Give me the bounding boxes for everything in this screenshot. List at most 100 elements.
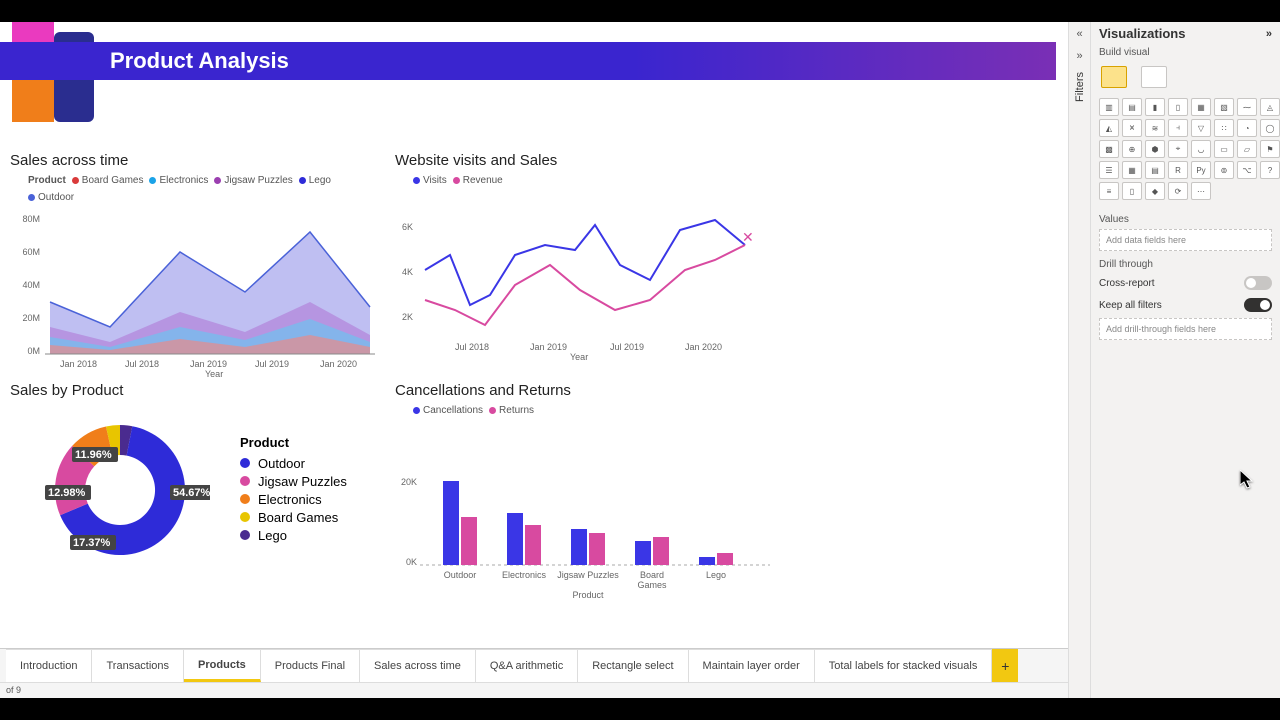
keep-filters-label: Keep all filters [1099,300,1162,311]
values-label: Values [1091,208,1280,227]
values-field-well[interactable]: Add data fields here [1099,229,1272,251]
tab-introduction[interactable]: Introduction [6,649,92,682]
svg-text:Outdoor: Outdoor [444,570,477,580]
report-canvas[interactable]: Product Analysis Sales across time Produ… [0,22,1068,648]
svg-text:54.67%: 54.67% [173,487,210,499]
svg-text:Jul 2019: Jul 2019 [255,359,289,369]
svg-text:Jul 2018: Jul 2018 [125,359,159,369]
viz-clustered-bar-icon[interactable]: ▤ [1122,98,1142,116]
viz-azure-map-icon[interactable]: ⌖ [1168,140,1188,158]
svg-text:0K: 0K [406,557,417,567]
viz-stacked-area-icon[interactable]: ◭ [1099,119,1119,137]
viz-stacked-col-icon[interactable]: ▮ [1145,98,1165,116]
collapse-viz-icon[interactable]: » [1266,28,1272,40]
chart-sales-by-product[interactable]: Sales by Product [10,382,380,575]
cross-report-label: Cross-report [1099,278,1155,289]
build-visual-tab-icon[interactable] [1101,66,1127,88]
cross-report-toggle[interactable] [1244,276,1272,290]
viz-ribbon-icon[interactable]: ≋ [1145,119,1165,137]
viz-powerapps-icon[interactable]: ◆ [1145,182,1165,200]
drill-through-label: Drill through [1091,253,1280,272]
viz-matrix-icon[interactable]: ▤ [1145,161,1165,179]
visualizations-pane: Visualizations » Build visual ▥ ▤ ▮ ▯ ▦ … [1090,22,1280,698]
area-chart-svg: 80M 60M 40M 20M 0M Jan 2018 J [10,207,380,377]
viz-decomp-icon[interactable]: ⌥ [1237,161,1257,179]
viz-stacked-bar-icon[interactable]: ▥ [1099,98,1119,116]
tab-sales-across-time[interactable]: Sales across time [360,649,476,682]
viz-funnel-icon[interactable]: ▽ [1191,119,1211,137]
svg-text:Year: Year [205,369,223,377]
svg-text:Product: Product [572,590,604,600]
viz-card-icon[interactable]: ▭ [1214,140,1234,158]
chart-legend: Cancellations Returns [413,405,775,416]
tab-total-labels[interactable]: Total labels for stacked visuals [815,649,993,682]
viz-slicer-icon[interactable]: ☰ [1099,161,1119,179]
viz-subtitle: Build visual [1091,45,1280,60]
drill-through-well[interactable]: Add drill-through fields here [1099,318,1272,340]
viz-r-icon[interactable]: R [1168,161,1188,179]
svg-text:0M: 0M [27,346,40,356]
chart-legend: Product Board Games Electronics Jigsaw P… [28,175,380,203]
viz-pane-title: Visualizations [1099,26,1185,41]
viz-filled-map-icon[interactable]: ⬢ [1145,140,1165,158]
viz-scatter-icon[interactable]: ∷ [1214,119,1234,137]
viz-more-icon[interactable]: ⋯ [1191,182,1211,200]
viz-pie-icon[interactable]: ◔ [1237,119,1257,137]
chart-sales-across-time[interactable]: Sales across time Product Board Games El… [10,152,380,382]
viz-100stacked-bar-icon[interactable]: ▦ [1191,98,1211,116]
svg-text:17.37%: 17.37% [73,537,111,549]
add-page-button[interactable]: + [992,649,1018,682]
svg-text:60M: 60M [22,247,40,257]
viz-multi-card-icon[interactable]: ▱ [1237,140,1257,158]
viz-kpi-icon[interactable]: ⚑ [1260,140,1280,158]
svg-text:Jul 2018: Jul 2018 [455,342,489,352]
bar-chart-svg: 20K 0K Outdoor Electronics [395,420,775,600]
viz-paginated-icon[interactable]: ▯ [1122,182,1142,200]
svg-text:40M: 40M [22,280,40,290]
viz-narrative-icon[interactable]: ≡ [1099,182,1119,200]
svg-text:20K: 20K [401,477,417,487]
viz-table-icon[interactable]: ▦ [1122,161,1142,179]
viz-map-icon[interactable]: ⊕ [1122,140,1142,158]
svg-text:Lego: Lego [706,570,726,580]
viz-clustered-col-icon[interactable]: ▯ [1168,98,1188,116]
chart-title: Sales by Product [10,382,380,399]
viz-treemap-icon[interactable]: ▩ [1099,140,1119,158]
viz-gallery: ▥ ▤ ▮ ▯ ▦ ▧ ⁓ ◬ ◭ ⩙ ≋ ⫞ ▽ ∷ ◔ ◯ ▩ ⊕ ⬢ ⌖ … [1091,96,1280,208]
tab-products-final[interactable]: Products Final [261,649,360,682]
chart-title: Website visits and Sales [395,152,765,169]
svg-text:BoardGames: BoardGames [637,570,667,590]
viz-py-icon[interactable]: Py [1191,161,1211,179]
tab-products[interactable]: Products [184,649,261,682]
viz-automate-icon[interactable]: ⟳ [1168,182,1188,200]
svg-text:Jigsaw Puzzles: Jigsaw Puzzles [557,570,619,580]
viz-waterfall-icon[interactable]: ⫞ [1168,119,1188,137]
filters-label: Filters [1074,72,1086,102]
mouse-cursor-icon [1240,470,1256,490]
svg-text:4K: 4K [402,267,413,277]
svg-text:6K: 6K [402,222,413,232]
tab-rectangle-select[interactable]: Rectangle select [578,649,688,682]
viz-100stacked-col-icon[interactable]: ▧ [1214,98,1234,116]
viz-gauge-icon[interactable]: ◡ [1191,140,1211,158]
tab-maintain-layer[interactable]: Maintain layer order [689,649,815,682]
viz-key-influencers-icon[interactable]: ⊚ [1214,161,1234,179]
viz-donut-icon[interactable]: ◯ [1260,119,1280,137]
chart-cancel-returns[interactable]: Cancellations and Returns Cancellations … [395,382,775,605]
chart-title: Sales across time [10,152,380,169]
svg-text:80M: 80M [22,214,40,224]
tab-qa-arithmetic[interactable]: Q&A arithmetic [476,649,578,682]
expand-filters-icon[interactable]: « [1076,28,1082,40]
chart-visits-sales[interactable]: Website visits and Sales Visits Revenue … [395,152,765,365]
viz-qa-icon[interactable]: ? [1260,161,1280,179]
donut-legend: Product Outdoor Jigsaw Puzzles Electroni… [240,435,347,546]
filters-pane-collapsed[interactable]: « » Filters [1068,22,1090,698]
format-visual-tab-icon[interactable] [1141,66,1167,88]
collapse-icon[interactable]: » [1076,50,1082,62]
keep-filters-toggle[interactable] [1244,298,1272,312]
viz-area-icon[interactable]: ◬ [1260,98,1280,116]
svg-text:✕: ✕ [742,229,754,245]
tab-transactions[interactable]: Transactions [92,649,184,682]
viz-line-col-icon[interactable]: ⩙ [1122,119,1142,137]
viz-line-icon[interactable]: ⁓ [1237,98,1257,116]
